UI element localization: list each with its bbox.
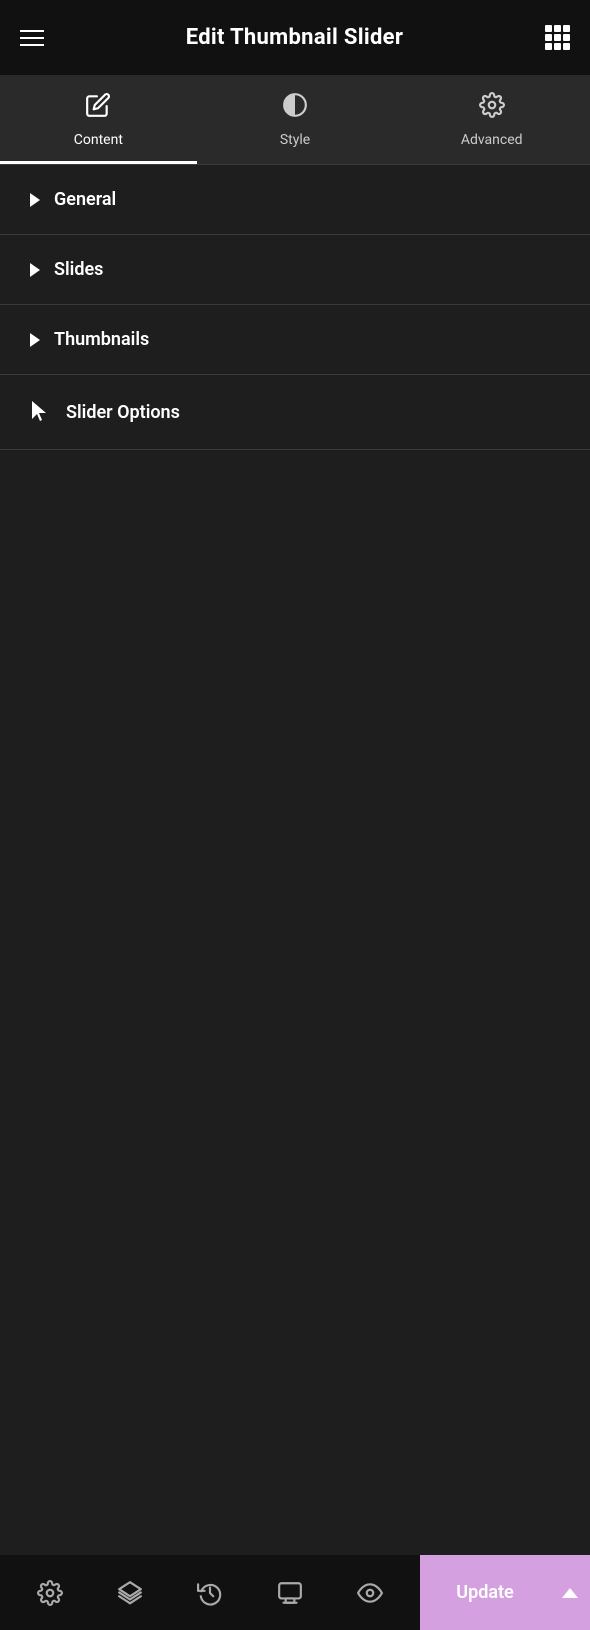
pencil-icon <box>85 92 111 124</box>
slider-options-content: Slider Options <box>30 399 180 425</box>
preview-icon[interactable] <box>350 1573 390 1613</box>
tabs-bar: Content Style Advanced <box>0 75 590 165</box>
section-general-label: General <box>54 189 116 210</box>
sections-list: General Slides Thumbnails Slider Options <box>0 165 590 450</box>
chevron-right-icon <box>30 263 40 277</box>
tab-advanced[interactable]: Advanced <box>393 75 590 164</box>
tab-style-label: Style <box>280 132 310 148</box>
tab-advanced-label: Advanced <box>461 132 523 148</box>
section-slider-options-label: Slider Options <box>66 402 180 423</box>
section-slides-label: Slides <box>54 259 103 280</box>
cursor-icon <box>30 399 52 425</box>
section-thumbnails[interactable]: Thumbnails <box>0 305 590 375</box>
page-title: Edit Thumbnail Slider <box>186 25 403 50</box>
update-button[interactable]: Update <box>420 1555 550 1630</box>
history-icon[interactable] <box>190 1573 230 1613</box>
bottom-toolbar: Update <box>0 1555 590 1630</box>
hamburger-menu-icon[interactable] <box>20 30 44 46</box>
section-general[interactable]: General <box>0 165 590 235</box>
chevron-right-icon <box>30 333 40 347</box>
section-thumbnails-label: Thumbnails <box>54 329 149 350</box>
chevron-right-icon <box>30 193 40 207</box>
update-group: Update <box>420 1555 590 1630</box>
tab-content-label: Content <box>74 132 123 148</box>
settings-icon[interactable] <box>30 1573 70 1613</box>
header: Edit Thumbnail Slider <box>0 0 590 75</box>
section-slides[interactable]: Slides <box>0 235 590 305</box>
chevron-up-icon <box>562 1588 578 1598</box>
responsive-icon[interactable] <box>270 1573 310 1613</box>
toolbar-icons-group <box>0 1573 420 1613</box>
tab-content[interactable]: Content <box>0 75 197 164</box>
apps-grid-icon[interactable] <box>545 25 570 50</box>
layers-icon[interactable] <box>110 1573 150 1613</box>
expand-button[interactable] <box>550 1555 590 1630</box>
section-slider-options[interactable]: Slider Options <box>0 375 590 450</box>
style-icon <box>282 92 308 124</box>
gear-icon <box>479 92 505 124</box>
tab-style[interactable]: Style <box>197 75 394 164</box>
